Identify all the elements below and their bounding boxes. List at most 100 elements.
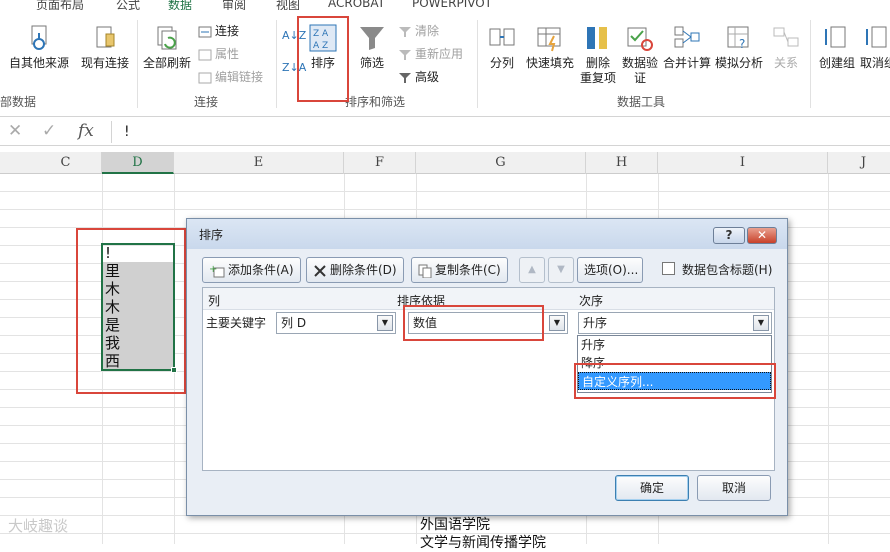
clear-filter-icon	[399, 26, 411, 37]
column-header-j[interactable]: J	[828, 152, 890, 174]
options-button[interactable]: 选项(O)...	[577, 257, 643, 283]
consolidate-button[interactable]: 合并计算	[660, 24, 714, 71]
group-separator	[137, 20, 138, 108]
formula-input[interactable]: !	[111, 121, 890, 143]
order-option-ascending[interactable]: 升序	[578, 336, 771, 354]
chevron-down-icon[interactable]: ▼	[753, 315, 769, 331]
move-down-button[interactable]: ▼	[548, 257, 574, 283]
flash-fill-button[interactable]: 快速填充	[522, 24, 578, 71]
sort-on-highlight	[403, 305, 544, 341]
column-header-f[interactable]: F	[344, 152, 416, 174]
relationships-button[interactable]: 关系	[768, 24, 804, 71]
column-header-e[interactable]: E	[174, 152, 344, 174]
get-external-group-label: 部数据	[0, 95, 37, 109]
clear-button[interactable]: 清除	[398, 22, 439, 40]
ungroup-button[interactable]: 取消组	[858, 24, 890, 71]
cell-g-text-1[interactable]: 外国语学院	[420, 514, 490, 534]
group-button[interactable]: 创建组	[816, 24, 858, 71]
advanced-label: 高级	[415, 70, 440, 84]
text-to-columns-button[interactable]: 分列	[484, 24, 520, 71]
group-separator	[276, 20, 277, 108]
connections-icon	[198, 26, 212, 37]
order-select-value: 升序	[583, 316, 608, 330]
edit-links-button[interactable]: 编辑链接	[198, 68, 263, 86]
cancel-button[interactable]: 取消	[697, 475, 771, 501]
delete-level-button[interactable]: 删除条件(D)	[306, 257, 404, 283]
clear-label: 清除	[415, 24, 440, 38]
ungroup-label: 取消组	[859, 56, 890, 70]
help-button[interactable]: ?	[713, 227, 745, 244]
formula-bar: ✕ ✓ fx !	[0, 118, 890, 146]
properties-label: 属性	[215, 47, 240, 61]
sort-filter-group-label: 排序和筛选	[345, 95, 406, 109]
enter-icon[interactable]: ✓	[42, 121, 56, 141]
dialog-titlebar: 排序 ? ✕	[187, 219, 787, 249]
what-if-icon: ?	[727, 26, 749, 51]
filter-label: 筛选	[359, 56, 384, 70]
refresh-all-label: 全部刷新	[142, 56, 191, 70]
existing-connections-button[interactable]: 现有连接	[78, 24, 132, 71]
group-separator	[810, 20, 811, 108]
chevron-down-icon[interactable]: ▼	[377, 315, 393, 331]
remove-duplicates-label-2: 重复项	[579, 71, 616, 85]
edit-links-icon	[198, 72, 212, 83]
data-tools-group-label: 数据工具	[617, 95, 666, 109]
order-select[interactable]: 升序 ▼	[578, 312, 772, 334]
data-validation-button[interactable]: 数据验 证	[620, 24, 660, 86]
custom-list-highlight	[574, 363, 776, 399]
edit-links-label: 编辑链接	[215, 70, 264, 84]
copy-level-label: 复制条件(C)	[435, 263, 501, 277]
column-header-h[interactable]: H	[586, 152, 658, 174]
reapply-button[interactable]: 重新应用	[398, 45, 463, 63]
column-header-label: 列	[208, 294, 221, 308]
filter-button[interactable]: 筛选	[352, 24, 392, 71]
reapply-icon	[399, 49, 411, 60]
text-to-columns-label: 分列	[489, 56, 514, 70]
text-to-columns-icon	[489, 28, 515, 46]
column-header-c[interactable]: C	[30, 152, 102, 174]
copy-level-icon	[418, 264, 432, 278]
advanced-button[interactable]: 高级	[398, 68, 439, 86]
column-select-value: 列 D	[281, 316, 307, 330]
ungroup-icon	[866, 26, 887, 48]
flash-fill-icon	[537, 27, 561, 52]
data-validation-icon	[627, 27, 653, 51]
existing-connections-label: 现有连接	[80, 56, 129, 70]
column-header-g[interactable]: G	[416, 152, 586, 174]
has-headers-checkbox[interactable]	[662, 262, 675, 275]
sort-highlight	[297, 16, 349, 102]
other-sources-button[interactable]: 自其他来源	[6, 24, 72, 71]
column-header-d[interactable]: D	[102, 152, 174, 174]
sort-dialog: 排序 ? ✕ + 添加条件(A) 删除条件(D) 复制条件(C) ▲ ▼ 选项(O…	[186, 218, 788, 516]
cancel-icon[interactable]: ✕	[8, 121, 22, 141]
column-select[interactable]: 列 D ▼	[276, 312, 396, 334]
remove-duplicates-button[interactable]: 删除 重复项	[578, 24, 618, 86]
copy-level-button[interactable]: 复制条件(C)	[411, 257, 508, 283]
chevron-down-icon[interactable]: ▼	[549, 315, 565, 331]
svg-text:?: ?	[739, 37, 745, 51]
data-validation-label-1: 数据验	[621, 56, 658, 70]
connections-label: 连接	[215, 24, 240, 38]
remove-duplicates-label-1: 删除	[585, 56, 610, 70]
close-button[interactable]: ✕	[747, 227, 777, 244]
column-headers: C D E F G H I J	[0, 152, 890, 174]
refresh-all-button[interactable]: 全部刷新	[140, 24, 194, 71]
connections-button[interactable]: 连接	[198, 22, 239, 40]
what-if-button[interactable]: ? 模拟分析	[714, 24, 764, 71]
column-header-i[interactable]: I	[658, 152, 828, 174]
tab-acrobat[interactable]: ACROBAT	[328, 0, 385, 10]
fx-icon[interactable]: fx	[78, 121, 94, 141]
move-up-button[interactable]: ▲	[519, 257, 545, 283]
cell-g-text-2[interactable]: 文学与新闻传播学院	[420, 532, 546, 552]
relationships-icon	[773, 27, 799, 47]
refresh-all-icon	[157, 26, 177, 50]
tab-powerpivot[interactable]: POWERPIVOT	[412, 0, 492, 10]
remove-duplicates-icon	[587, 27, 607, 49]
svg-text:+: +	[209, 264, 217, 275]
properties-icon	[198, 49, 212, 60]
ribbon-data: 自其他来源 现有连接 部数据 全部刷新 连接 属性 编辑链接 连接 A↓Z Z↓…	[0, 10, 890, 117]
ok-button[interactable]: 确定	[615, 475, 689, 501]
add-level-button[interactable]: + 添加条件(A)	[202, 257, 301, 283]
has-headers-label: 数据包含标题(H)	[682, 263, 773, 277]
properties-button[interactable]: 属性	[198, 45, 239, 63]
